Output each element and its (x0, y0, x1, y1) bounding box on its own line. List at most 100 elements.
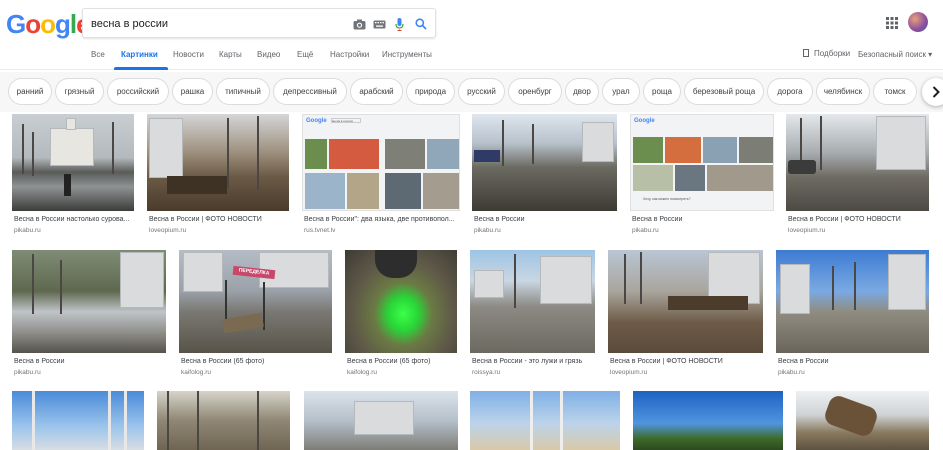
related-chips: ранний грязный российский рашка типичный… (0, 72, 943, 112)
chip[interactable]: томск (873, 78, 917, 105)
chip[interactable]: роща (643, 78, 681, 105)
result-title[interactable]: Весна в России | ФОТО НОВОСТИ (788, 216, 929, 223)
chip[interactable]: природа (406, 78, 455, 105)
result-thumbnail[interactable] (147, 114, 289, 211)
image-result[interactable] (304, 391, 458, 450)
image-result[interactable]: Весна в России (65 фото) kaifolog.ru (345, 250, 457, 378)
image-result[interactable]: Весна в России pikabu.ru (12, 250, 166, 378)
result-title[interactable]: Весна в России": два языка, две противоп… (304, 216, 460, 223)
search-icon[interactable] (413, 16, 429, 32)
image-result[interactable]: ПЕРЕДЕЛКА Весна в России (65 фото) kaifo… (179, 250, 332, 378)
tab-more[interactable]: Ещё (297, 50, 313, 59)
result-title[interactable]: Весна в России (778, 358, 929, 365)
result-thumbnail[interactable] (470, 391, 620, 450)
safesearch-toggle[interactable]: Безопасный поиск ▾ (858, 50, 932, 59)
result-source: roissya.ru (472, 369, 501, 376)
image-result[interactable] (157, 391, 290, 450)
google-logo[interactable]: Google (6, 9, 91, 39)
result-thumbnail[interactable] (608, 250, 763, 353)
result-thumbnail[interactable] (304, 391, 458, 450)
chip[interactable]: арабский (350, 78, 403, 105)
microphone-icon[interactable] (391, 16, 407, 32)
result-thumbnail[interactable] (633, 391, 783, 450)
chip[interactable]: дорога (767, 78, 813, 105)
search-input[interactable] (91, 14, 331, 34)
result-title[interactable]: Весна в России (474, 216, 617, 223)
apps-icon[interactable] (885, 16, 899, 30)
tab-all[interactable]: Все (91, 50, 105, 59)
image-result[interactable]: Весна в России | ФОТО НОВОСТИ loveopium.… (147, 114, 289, 238)
image-result[interactable] (12, 391, 144, 450)
image-result[interactable]: Весна в России | ФОТО НОВОСТИ loveopium.… (786, 114, 929, 238)
chip[interactable]: типичный (216, 78, 270, 105)
result-source: loveopium.ru (788, 227, 826, 234)
logo-letter: o (40, 9, 56, 39)
image-result[interactable] (796, 391, 929, 450)
result-title[interactable]: Весна в России | ФОТО НОВОСТИ (610, 358, 763, 365)
result-thumbnail[interactable] (12, 250, 166, 353)
chip[interactable]: ранний (8, 78, 52, 105)
result-title[interactable]: Весна в России (632, 216, 774, 223)
bookmark-icon (803, 49, 809, 57)
image-result[interactable] (633, 391, 783, 450)
camera-icon[interactable] (351, 16, 367, 32)
chip[interactable]: челябинск (816, 78, 870, 105)
result-source: kaifolog.ru (347, 369, 377, 376)
tab-tools[interactable]: Инструменты (382, 50, 432, 59)
result-title[interactable]: Весна в России (65 фото) (347, 358, 457, 365)
result-thumbnail[interactable] (12, 391, 144, 450)
result-thumbnail[interactable] (472, 114, 617, 211)
image-result[interactable]: Google весна в россии Весна в России": д… (302, 114, 460, 238)
result-title[interactable]: Весна в России (65 фото) (181, 358, 331, 365)
chip[interactable]: русский (458, 78, 505, 105)
result-thumbnail[interactable] (796, 391, 929, 450)
result-source: pikabu.ru (778, 369, 805, 376)
chip[interactable]: российский (107, 78, 169, 105)
tab-images[interactable]: Картинки (121, 50, 158, 59)
result-source: loveopium.ru (149, 227, 187, 234)
search-box (82, 8, 436, 38)
tab-settings[interactable]: Настройки (330, 50, 369, 59)
result-thumbnail[interactable]: Google весна в россии (302, 114, 460, 211)
active-tab-indicator (114, 67, 168, 70)
result-thumbnail[interactable] (345, 250, 457, 353)
result-source: kaifolog.ru (181, 369, 211, 376)
result-thumbnail[interactable]: Google Хочу, как можно посмотреть? (630, 114, 774, 211)
chip[interactable]: оренбург (508, 78, 562, 105)
result-thumbnail[interactable] (157, 391, 290, 450)
collections-label: Подборки (814, 49, 851, 58)
image-result[interactable] (470, 391, 620, 450)
image-result[interactable]: Весна в России | ФОТО НОВОСТИ loveopium.… (608, 250, 763, 378)
result-title[interactable]: Весна в России | ФОТО НОВОСТИ (149, 216, 289, 223)
chips-next-button[interactable] (922, 78, 943, 106)
image-result[interactable]: Весна в России pikabu.ru (472, 114, 617, 238)
collections-link[interactable]: Подборки (803, 49, 850, 58)
search-tabs: Все Картинки Новости Карты Видео Ещё Нас… (0, 40, 943, 70)
image-result[interactable]: Google Хочу, как можно посмотреть? Весна… (630, 114, 774, 238)
tab-maps[interactable]: Карты (219, 50, 242, 59)
tab-news[interactable]: Новости (173, 50, 204, 59)
result-thumbnail[interactable] (776, 250, 929, 353)
result-thumbnail[interactable] (470, 250, 595, 353)
keyboard-icon[interactable] (371, 16, 387, 32)
avatar[interactable] (908, 12, 928, 32)
result-title[interactable]: Весна в России - это лужи и грязь (472, 358, 595, 365)
result-title[interactable]: Весна в России (14, 358, 164, 365)
result-title[interactable]: Весна в России настолько сурова... (14, 216, 134, 223)
chip[interactable]: двор (565, 78, 599, 105)
result-source: loveopium.ru (610, 369, 648, 376)
chip[interactable]: депрессивный (273, 78, 347, 105)
result-thumbnail[interactable]: ПЕРЕДЕЛКА (179, 250, 332, 353)
chip[interactable]: урал (602, 78, 640, 105)
chip[interactable]: грязный (55, 78, 104, 105)
result-source: pikabu.ru (632, 227, 659, 234)
result-source: pikabu.ru (14, 369, 41, 376)
chip[interactable]: рашка (172, 78, 213, 105)
tab-video[interactable]: Видео (257, 50, 280, 59)
image-result[interactable]: Весна в России настолько сурова... pikab… (12, 114, 134, 238)
result-thumbnail[interactable] (786, 114, 929, 211)
image-result[interactable]: Весна в России - это лужи и грязь roissy… (470, 250, 595, 378)
chip[interactable]: березовый роща (684, 78, 764, 105)
image-result[interactable]: Весна в России pikabu.ru (776, 250, 929, 378)
result-thumbnail[interactable] (12, 114, 134, 211)
